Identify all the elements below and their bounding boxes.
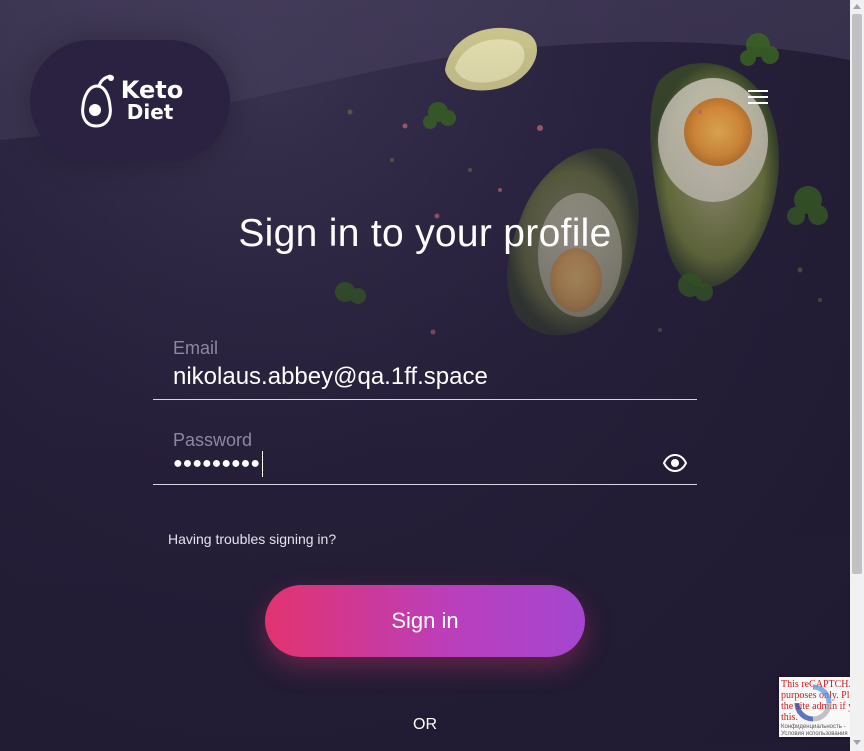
page: Keto Diet Sign in to your profile Email … [0,0,864,751]
scroll-up-arrow-icon[interactable] [853,4,861,9]
password-field[interactable]: Password ●●●●●●●●● [153,430,697,485]
avocado-logo-icon [80,74,114,128]
scroll-down-arrow-icon[interactable] [853,740,861,745]
email-field[interactable]: Email [153,338,697,400]
email-label: Email [173,338,219,358]
logo-line-2: Diet [126,100,174,124]
scrollbar-thumb[interactable] [852,14,862,574]
logo[interactable]: Keto Diet [30,40,230,162]
password-input[interactable]: ●●●●●●●●● [173,450,263,478]
sign-in-button[interactable]: Sign in [265,585,585,657]
logo-line-1: Keto [120,76,184,104]
text-caret [261,451,263,477]
hamburger-menu-icon[interactable] [742,84,774,110]
page-scrollbar[interactable] [850,0,864,751]
or-divider: OR [413,716,437,733]
recaptcha-logo-icon [794,684,832,722]
password-masked-value: ●●●●●●●●● [173,455,260,472]
recaptcha-badge[interactable]: This reCAPTCHA is for testing purposes o… [779,677,850,737]
email-input[interactable] [173,362,653,392]
eye-icon[interactable] [663,451,687,475]
page-title: Sign in to your profile [238,212,612,255]
recaptcha-footer-links[interactable]: Конфиденциальность - Условия использован… [781,724,850,737]
trouble-signing-in-link[interactable]: Having troubles signing in? [168,531,336,547]
password-label: Password [173,430,253,450]
logo-wordmark: Keto Diet [120,76,184,124]
